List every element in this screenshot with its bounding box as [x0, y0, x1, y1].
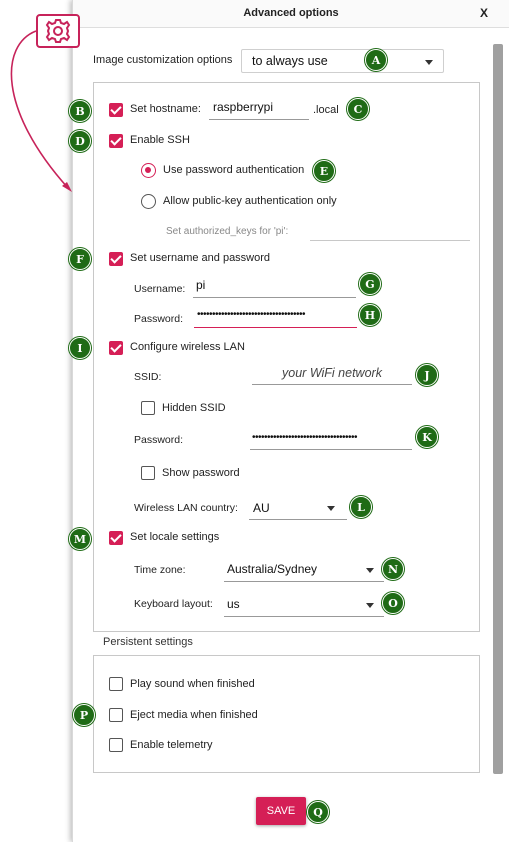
- keyboard-select[interactable]: us: [224, 592, 384, 617]
- set-hostname-checkbox[interactable]: [109, 103, 123, 117]
- authorized-keys-input[interactable]: [310, 222, 470, 241]
- timezone-value: Australia/Sydney: [227, 562, 318, 576]
- badge-o: O: [382, 592, 404, 614]
- enable-ssh-checkbox[interactable]: [109, 134, 123, 148]
- pubkey-auth-label: Allow public-key authentication only: [163, 195, 337, 207]
- badge-g: G: [359, 273, 381, 295]
- show-password-label: Show password: [162, 467, 240, 479]
- badge-q: Q: [307, 801, 329, 823]
- badge-f: F: [69, 248, 91, 270]
- play-sound-checkbox[interactable]: [109, 677, 123, 691]
- wlan-country-value: AU: [253, 501, 270, 515]
- wlan-country-select[interactable]: AU: [249, 496, 347, 520]
- badge-b: B: [69, 100, 91, 122]
- ssid-input[interactable]: your WiFi network: [252, 362, 412, 385]
- password-input[interactable]: ••••••••••••••••••••••••••••••••••••: [194, 304, 357, 328]
- username-value: pi: [196, 278, 206, 292]
- chevron-down-icon: [366, 603, 374, 608]
- hidden-ssid-checkbox[interactable]: [141, 401, 155, 415]
- image-customization-value: to always use: [252, 54, 328, 68]
- persistent-settings-title: Persistent settings: [101, 636, 195, 648]
- image-customization-select[interactable]: to always use: [241, 49, 444, 73]
- badge-a: A: [365, 49, 387, 71]
- password-value: ••••••••••••••••••••••••••••••••••••: [197, 309, 306, 320]
- enable-ssh-label: Enable SSH: [130, 134, 190, 146]
- username-label: Username:: [134, 283, 186, 295]
- badge-p: P: [73, 704, 95, 726]
- hostname-input[interactable]: raspberrypi: [209, 98, 309, 120]
- play-sound-label: Play sound when finished: [130, 678, 255, 690]
- badge-n: N: [382, 558, 404, 580]
- ssid-label: SSID:: [134, 371, 162, 383]
- timezone-select[interactable]: Australia/Sydney: [224, 557, 384, 582]
- badge-e: E: [313, 160, 335, 182]
- chevron-down-icon: [366, 568, 374, 573]
- eject-media-checkbox[interactable]: [109, 708, 123, 722]
- badge-m: M: [69, 528, 91, 550]
- set-username-checkbox[interactable]: [109, 252, 123, 266]
- telemetry-label: Enable telemetry: [130, 739, 213, 751]
- set-locale-label: Set locale settings: [130, 531, 220, 543]
- chevron-down-icon: [425, 60, 433, 65]
- chevron-down-icon: [327, 506, 335, 511]
- hidden-ssid-label: Hidden SSID: [162, 402, 226, 414]
- password-label: Password:: [134, 313, 184, 325]
- hostname-suffix: .local: [313, 104, 339, 116]
- keyboard-label: Keyboard layout:: [134, 598, 213, 610]
- set-hostname-label: Set hostname:: [130, 103, 201, 115]
- keyboard-value: us: [227, 597, 240, 611]
- save-button[interactable]: SAVE: [256, 797, 306, 825]
- configure-wlan-checkbox[interactable]: [109, 341, 123, 355]
- badge-k: K: [416, 426, 438, 448]
- wlan-password-input[interactable]: •••••••••••••••••••••••••••••••••••: [250, 428, 412, 450]
- badge-h: H: [359, 304, 381, 326]
- badge-d: D: [69, 130, 91, 152]
- wlan-password-label: Password:: [134, 434, 184, 446]
- set-username-label: Set username and password: [130, 252, 271, 264]
- close-button[interactable]: X: [476, 6, 492, 22]
- set-locale-checkbox[interactable]: [109, 531, 123, 545]
- ssid-value: your WiFi network: [282, 366, 382, 380]
- timezone-label: Time zone:: [134, 564, 186, 576]
- badge-j: J: [416, 364, 438, 386]
- show-password-checkbox[interactable]: [141, 466, 155, 480]
- telemetry-checkbox[interactable]: [109, 738, 123, 752]
- wlan-password-value: •••••••••••••••••••••••••••••••••••: [252, 432, 358, 443]
- dialog-title: Advanced options: [243, 7, 339, 19]
- password-auth-label: Use password authentication: [163, 164, 305, 176]
- scrollbar[interactable]: [493, 44, 503, 774]
- configure-wlan-label: Configure wireless LAN: [130, 341, 245, 353]
- badge-l: L: [350, 496, 372, 518]
- badge-i: I: [69, 337, 91, 359]
- password-auth-radio[interactable]: [141, 163, 156, 178]
- image-customization-label: Image customization options: [93, 54, 233, 66]
- eject-media-label: Eject media when finished: [130, 709, 258, 721]
- badge-c: C: [347, 98, 369, 120]
- username-input[interactable]: pi: [193, 275, 356, 298]
- hostname-value: raspberrypi: [213, 100, 274, 114]
- wlan-country-label: Wireless LAN country:: [134, 502, 238, 514]
- pubkey-auth-radio[interactable]: [141, 194, 156, 209]
- authorized-keys-label: Set authorized_keys for 'pi':: [166, 226, 289, 237]
